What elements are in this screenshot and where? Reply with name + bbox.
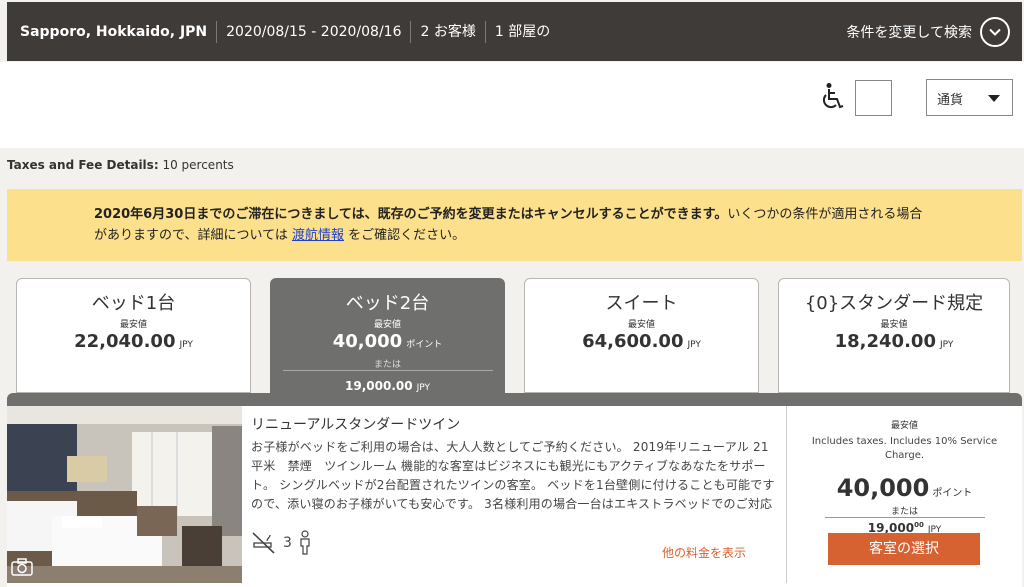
room-description: お子様がベッドをご利用の場合は、大人人数としてご予約ください。 2019年リニュ… xyxy=(251,440,775,511)
tab-two-beds[interactable]: ベッド2台 最安値 40,000 ポイント または 19,000.00 JPY xyxy=(270,278,505,393)
tab-lowest-label: 最安値 xyxy=(627,320,655,330)
rate-tax-note: Includes taxes. Includes 10% Service Cha… xyxy=(811,436,998,461)
room-photo[interactable] xyxy=(7,406,242,583)
rate-points: 40,000 ポイント xyxy=(836,474,973,502)
tab-price: 18,240.00 JPY xyxy=(834,331,954,352)
search-summary-bar: Sapporo, Hokkaido, JPN 2020/08/15 - 2020… xyxy=(7,2,1022,61)
search-rooms: 1 部屋の xyxy=(484,20,559,43)
notice-bold-text: 2020年6月30日までのご滞在につきましては、既存のご予約を変更またはキャンセ… xyxy=(94,207,728,222)
tab-name: スイート xyxy=(605,293,678,314)
chevron-down-icon xyxy=(980,16,1010,47)
travel-info-link[interactable]: 渡航情報 xyxy=(292,228,344,243)
search-dates: 2020/08/15 - 2020/08/16 xyxy=(216,20,410,43)
rate-block: 最安値 Includes taxes. Includes 10% Service… xyxy=(787,414,1022,535)
caret-down-icon xyxy=(988,95,1000,102)
room-title: リニューアルスタンダードツイン xyxy=(251,417,461,433)
wheelchair-icon xyxy=(822,83,844,109)
currency-select[interactable]: 通貨 xyxy=(926,79,1013,116)
currency-label: 通貨 xyxy=(937,93,964,108)
tab-price: 64,600.00 JPY xyxy=(582,331,701,352)
rate-or-label: または xyxy=(824,504,985,518)
tab-cash: 19,000.00 JPY xyxy=(345,379,430,393)
camera-icon[interactable] xyxy=(11,558,33,576)
room-description-block: リニューアルスタンダードツイン お子様がベッドをご利用の場合は、大人人数としてご… xyxy=(251,414,778,514)
no-smoking-icon xyxy=(252,532,275,554)
modify-search-label: 条件を変更して検索 xyxy=(846,24,972,41)
search-location: Sapporo, Hokkaido, JPN xyxy=(20,23,208,40)
tab-name: ベッド1台 xyxy=(91,293,176,314)
tab-suite[interactable]: スイート 最安値 64,600.00 JPY xyxy=(524,278,759,393)
tab-lowest-label: 最安値 xyxy=(880,320,908,330)
tab-points: 40,000 ポイント xyxy=(332,331,443,352)
tab-one-bed[interactable]: ベッド1台 最安値 22,040.00 JPY xyxy=(16,278,251,393)
tab-lowest-label: 最安値 xyxy=(119,320,147,330)
taxes-label: Taxes and Fee Details: xyxy=(7,158,159,172)
more-rates-link[interactable]: 他の料金を表示 xyxy=(662,544,746,561)
notice-text-after: をご確認ください。 xyxy=(348,228,466,243)
taxes-value: 10 percents xyxy=(162,158,234,172)
person-icon xyxy=(300,530,310,555)
room-amenities: 3 xyxy=(251,530,312,556)
tab-name: ベッド2台 xyxy=(345,293,430,314)
tab-name: {0}スタンダード規定 xyxy=(804,293,984,314)
occupancy-count: 3 xyxy=(283,535,292,551)
tab-or-label: または xyxy=(282,357,493,371)
modify-search-button[interactable]: 条件を変更して検索 xyxy=(846,16,1022,47)
tab-standard[interactable]: {0}スタンダード規定 最安値 18,240.00 JPY xyxy=(778,278,1010,393)
tab-price: 22,040.00 JPY xyxy=(74,331,193,352)
tab-lowest-label: 最安値 xyxy=(373,320,401,330)
rate-lowest-label: 最安値 xyxy=(890,421,918,431)
covid-notice-banner: 2020年6月30日までのご滞在につきましては、既存のご予約を変更またはキャンセ… xyxy=(7,189,1022,261)
taxes-fee-details: Taxes and Fee Details: 10 percents xyxy=(7,158,234,172)
accessible-room-checkbox[interactable] xyxy=(855,80,892,116)
search-guests: 2 お客様 xyxy=(410,20,484,43)
select-room-button[interactable]: 客室の選択 xyxy=(828,533,980,565)
